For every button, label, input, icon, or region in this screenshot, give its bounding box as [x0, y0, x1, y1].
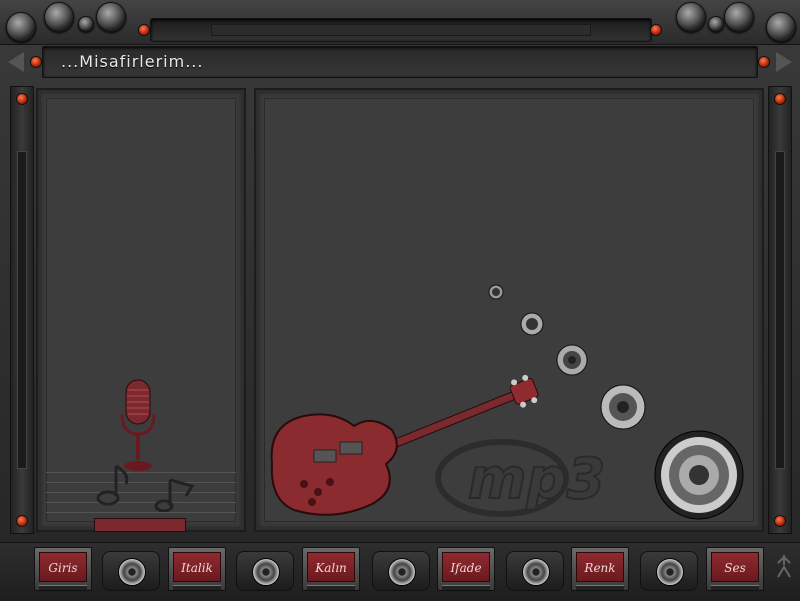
guitar-icon	[270, 374, 539, 516]
speaker-icon	[556, 344, 588, 376]
renk-button-label: Renk	[576, 552, 624, 582]
ses-button[interactable]: Ses	[706, 547, 764, 591]
knob-icon[interactable]	[96, 2, 126, 32]
app-frame: ...Misafirlerim... mp3 Giris Italik Kalı…	[0, 0, 800, 601]
speaker-icon	[656, 558, 684, 586]
indicator-light-icon	[30, 56, 42, 68]
speaker-icon	[388, 558, 416, 586]
knob-icon[interactable]	[676, 2, 706, 32]
giris-button[interactable]: Giris	[34, 547, 92, 591]
resize-grip-icon[interactable]	[774, 553, 794, 579]
kalin-button-label: Kalın	[307, 552, 355, 582]
speaker-icon	[488, 284, 504, 300]
indicator-light-icon	[138, 24, 150, 36]
left-rail	[10, 86, 34, 534]
right-scroll-track[interactable]	[775, 151, 785, 469]
arrow-left-icon[interactable]	[8, 52, 24, 72]
guest-list-panel	[36, 88, 246, 532]
indicator-light-icon	[758, 56, 770, 68]
left-scroll-track[interactable]	[17, 151, 27, 469]
ifade-button[interactable]: Ifade	[437, 547, 495, 591]
main-content-panel: mp3	[254, 88, 764, 532]
title-bar: ...Misafirlerim...	[42, 46, 758, 78]
speaker-button[interactable]	[236, 551, 294, 591]
knob-icon[interactable]	[44, 2, 74, 32]
renk-button[interactable]: Renk	[571, 547, 629, 591]
speaker-icon	[520, 312, 544, 336]
speaker-button[interactable]	[102, 551, 160, 591]
staff-line	[46, 512, 236, 513]
speaker-large-icon	[654, 430, 744, 520]
indicator-light-icon	[774, 93, 786, 105]
speaker-icon	[252, 558, 280, 586]
indicator-light-icon	[650, 24, 662, 36]
italik-button[interactable]: Italik	[168, 547, 226, 591]
bottom-toolbar: Giris Italik Kalın Ifade Renk Ses	[0, 542, 800, 601]
arrow-right-icon[interactable]	[776, 52, 792, 72]
speaker-button[interactable]	[372, 551, 430, 591]
right-rail	[768, 86, 792, 534]
speaker-button[interactable]	[640, 551, 698, 591]
corner-speaker-right-icon	[766, 12, 796, 42]
music-note-icon	[96, 464, 195, 512]
knob-icon[interactable]	[724, 2, 754, 32]
knob-small-icon[interactable]	[78, 16, 94, 32]
indicator-light-icon	[16, 93, 28, 105]
top-bar	[0, 0, 800, 45]
speaker-button[interactable]	[506, 551, 564, 591]
speaker-icon	[118, 558, 146, 586]
corner-speaker-left-icon	[6, 12, 36, 42]
top-progress-slot[interactable]	[150, 18, 652, 42]
ifade-button-label: Ifade	[442, 552, 490, 582]
kalin-button[interactable]: Kalın	[302, 547, 360, 591]
window-title: ...Misafirlerim...	[61, 52, 204, 71]
speaker-icon	[600, 384, 646, 430]
indicator-light-icon	[774, 515, 786, 527]
speaker-icon	[522, 558, 550, 586]
indicator-light-icon	[16, 515, 28, 527]
italik-button-label: Italik	[173, 552, 221, 582]
giris-button-label: Giris	[39, 552, 87, 582]
mic-plate	[94, 518, 186, 532]
ses-button-label: Ses	[711, 552, 759, 582]
microphone-icon	[120, 379, 156, 471]
knob-small-icon[interactable]	[708, 16, 724, 32]
